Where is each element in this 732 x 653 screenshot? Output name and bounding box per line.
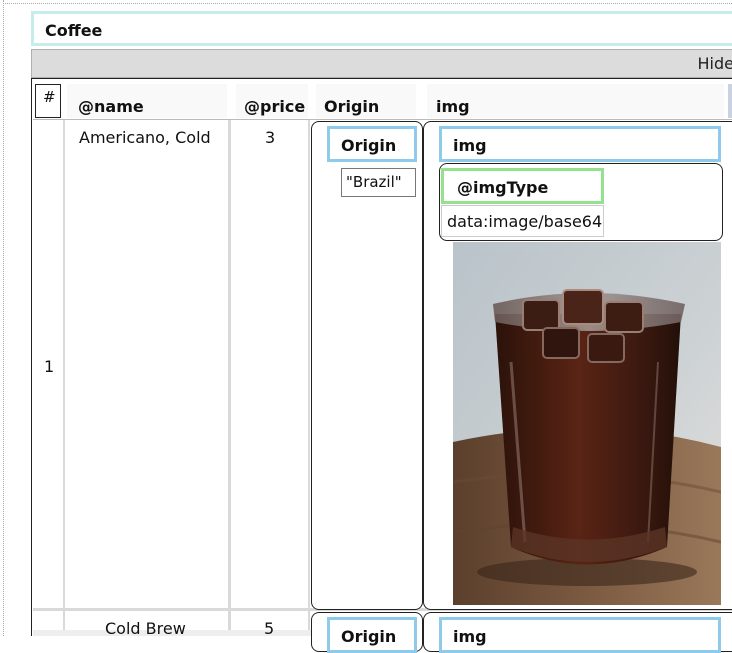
cell-price[interactable]: 3 (265, 128, 275, 147)
row-index: 1 (44, 357, 55, 376)
origin-nested-header[interactable]: Origin (327, 617, 417, 653)
imgtype-attribute-header[interactable]: @imgType (441, 168, 604, 204)
cell-name[interactable]: Americano, Cold (79, 128, 211, 147)
origin-nested-header[interactable]: Origin (327, 126, 417, 162)
hide-toggle-bar[interactable]: Hide (31, 49, 732, 78)
cell-name[interactable]: Cold Brew (105, 619, 186, 638)
frame-dotted-top (3, 3, 732, 4)
img-nested-header[interactable]: img (439, 617, 721, 653)
column-divider (228, 120, 231, 636)
horizontal-scroll-indicator[interactable] (728, 84, 732, 118)
table-title-bar: Coffee (31, 11, 732, 46)
header-divider (33, 119, 732, 120)
column-divider (63, 120, 65, 636)
frame-dotted-edge (3, 0, 4, 636)
column-header-img[interactable]: img (427, 84, 724, 118)
column-header-origin[interactable]: Origin (316, 84, 416, 118)
hide-button-label[interactable]: Hide (698, 54, 732, 73)
origin-value-cell[interactable]: "Brazil" (341, 168, 416, 197)
img-nested-header[interactable]: img (439, 126, 721, 162)
column-header-price[interactable]: @price (236, 84, 308, 118)
column-header-name[interactable]: @name (67, 84, 227, 118)
cell-price[interactable]: 5 (264, 619, 274, 638)
table-title: Coffee (45, 21, 103, 40)
column-divider (308, 120, 310, 636)
imgtype-value-cell[interactable]: data:image/base64 (441, 205, 604, 237)
index-column-header: # (35, 84, 61, 118)
iced-coffee-image (453, 242, 721, 605)
